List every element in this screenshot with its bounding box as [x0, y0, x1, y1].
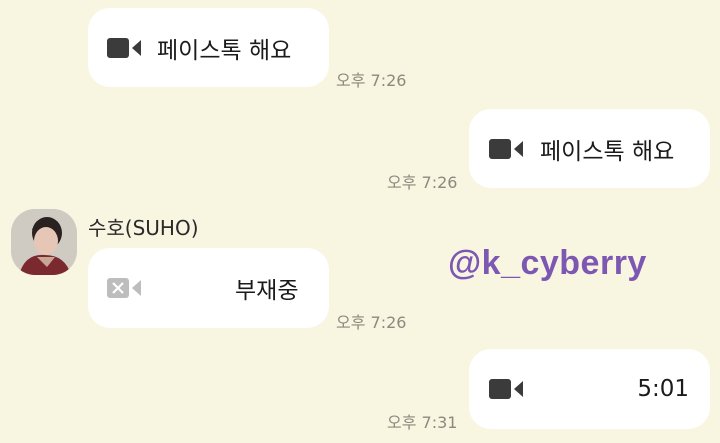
video-camera-missed-icon [107, 278, 141, 298]
message-bubble-missed-call[interactable]: 부재중 [88, 248, 329, 328]
message-time: 오후 7:31 [387, 413, 458, 432]
video-camera-icon [489, 379, 523, 399]
message-bubble-facetalk-2[interactable]: 페이스톡 해요 [469, 109, 710, 188]
video-camera-icon [489, 138, 523, 159]
watermark: @k_cyberry [448, 244, 647, 282]
message-text: 페이스톡 해요 [157, 37, 292, 64]
message-bubble-call-duration[interactable]: 5:01 [469, 349, 710, 429]
message-text: 5:01 [637, 376, 689, 402]
video-camera-icon [107, 37, 141, 58]
profile-photo [11, 209, 77, 275]
message-time: 오후 7:26 [387, 173, 458, 192]
message-text: 페이스톡 해요 [540, 138, 675, 165]
message-text: 부재중 [235, 278, 299, 304]
sender-name: 수호(SUHO) [88, 216, 199, 240]
message-time: 오후 7:26 [336, 313, 407, 332]
avatar[interactable] [11, 209, 77, 275]
message-time: 오후 7:26 [336, 71, 407, 90]
message-bubble-facetalk-1[interactable]: 페이스톡 해요 [88, 8, 329, 87]
